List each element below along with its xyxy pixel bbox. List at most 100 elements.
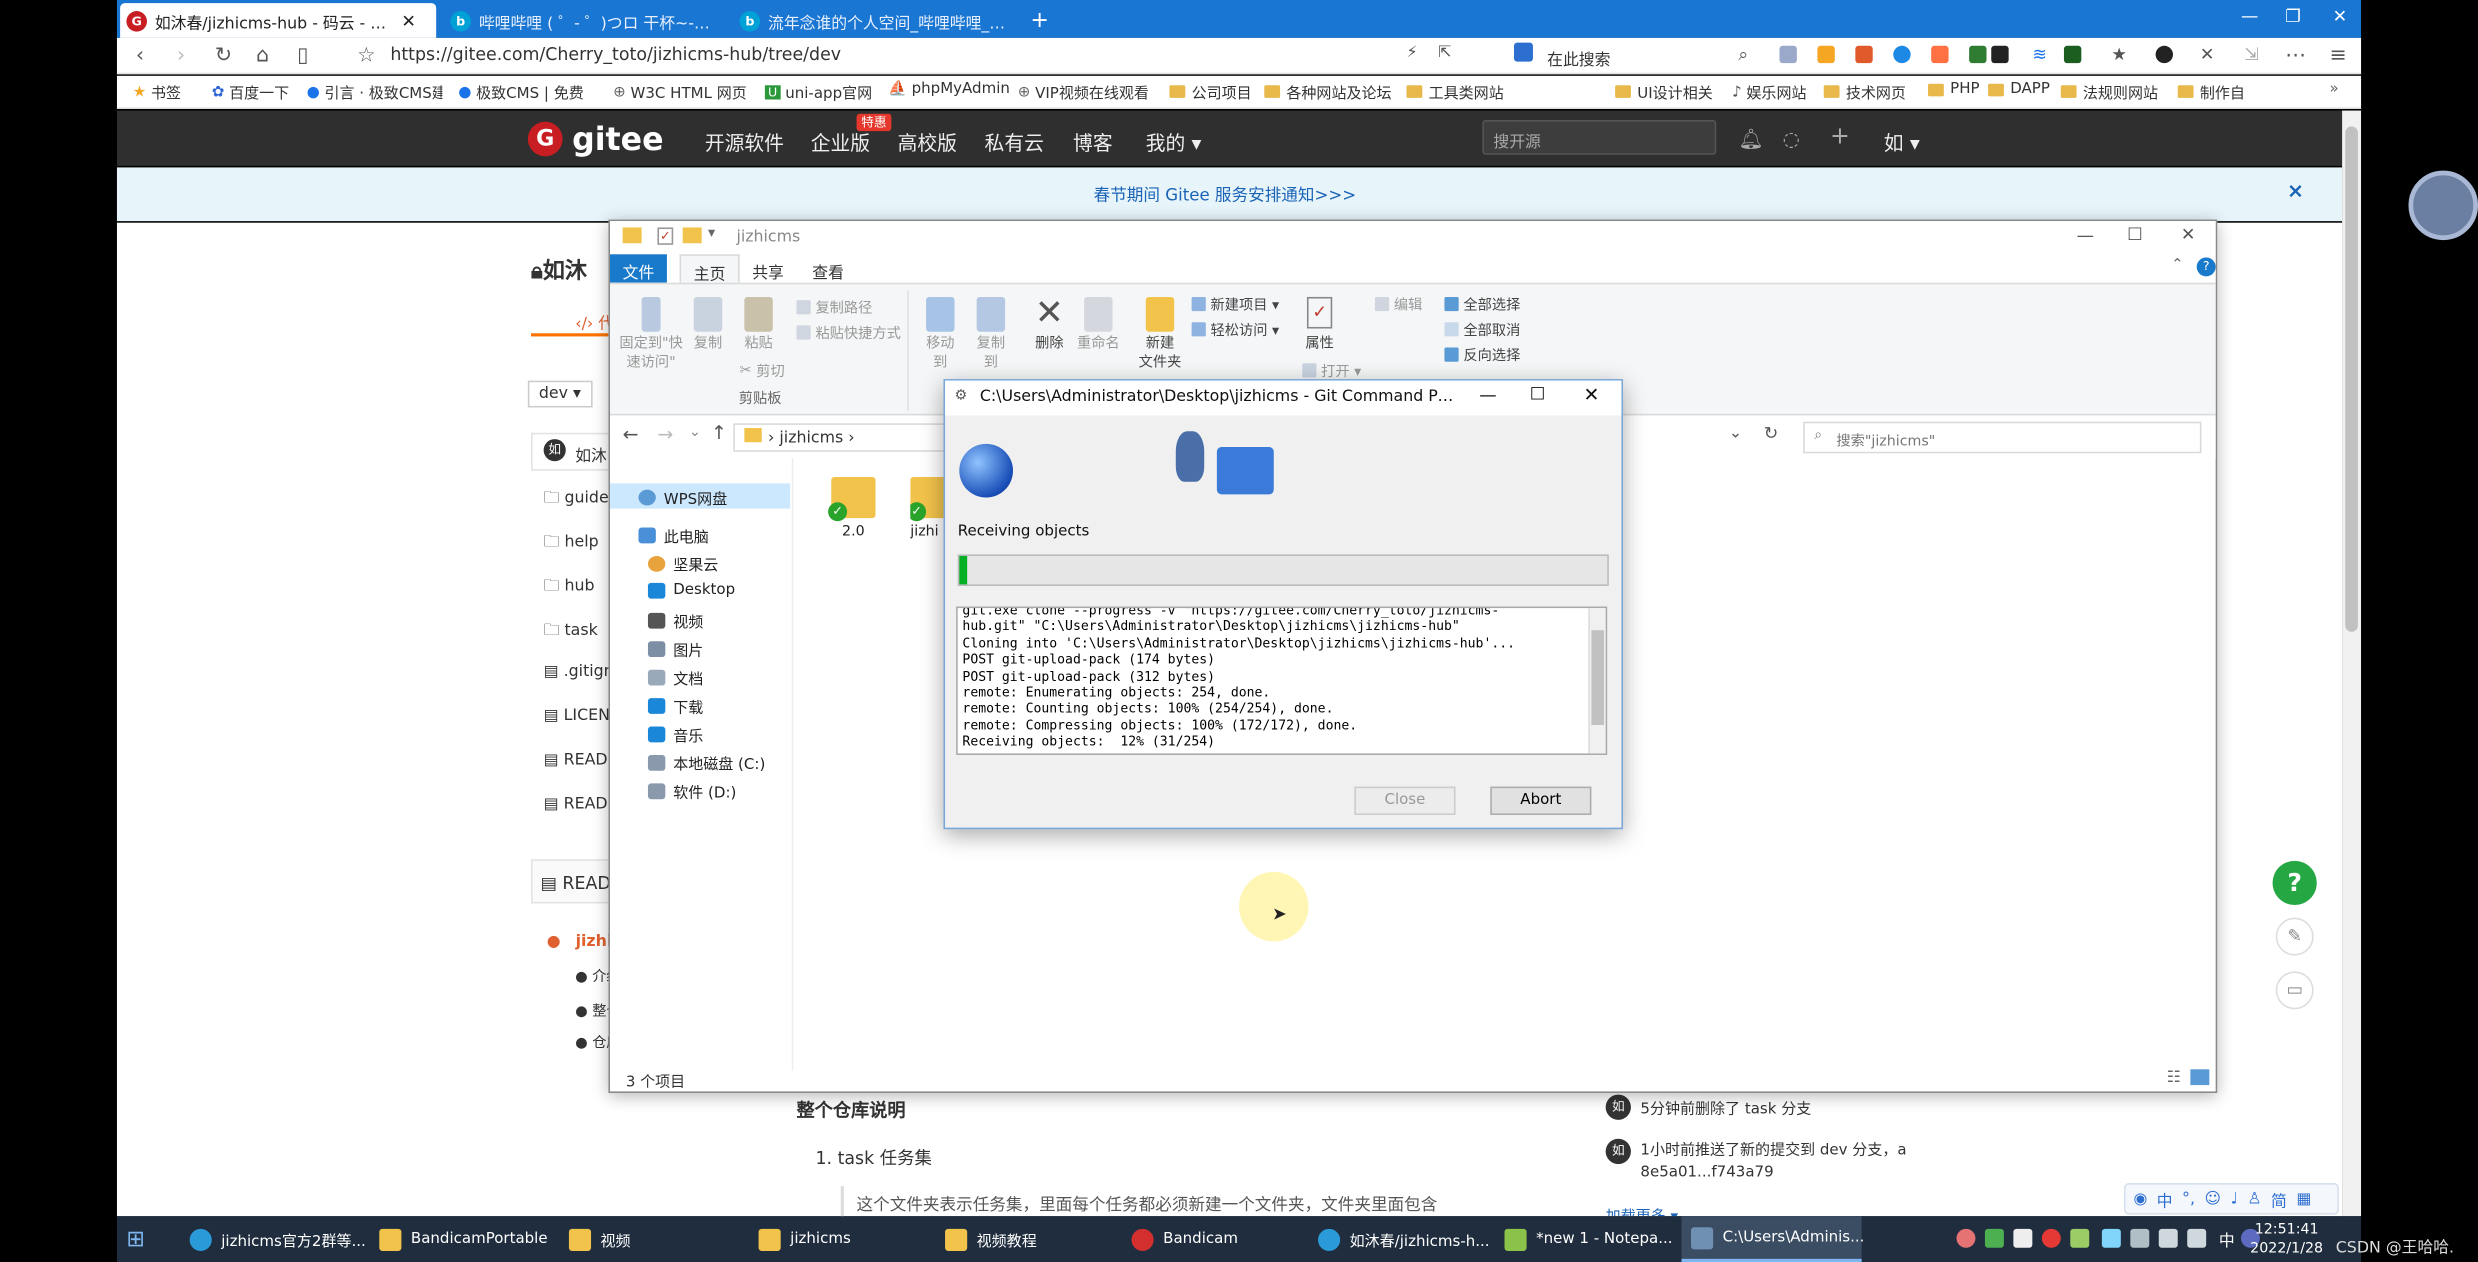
reload-icon[interactable]: ↻: [215, 44, 232, 68]
file-readme[interactable]: ▤ READ: [544, 752, 608, 769]
maximize-icon[interactable]: ☐: [2127, 224, 2143, 245]
tree-item-downloads[interactable]: 下载: [647, 695, 703, 717]
tools-icon[interactable]: ⇲: [2244, 44, 2259, 65]
invert-selection-button[interactable]: 反向选择: [1444, 344, 1520, 365]
bookmark-folder[interactable]: ♪ 娱乐网站: [1732, 81, 1806, 103]
taskbar-item[interactable]: *new 1 - Notepa...: [1495, 1216, 1682, 1262]
extension-icon[interactable]: [2063, 45, 2082, 64]
bookmark-item[interactable]: ● 引言 · 极致CMS建: [307, 81, 443, 103]
pin-quick-access-button[interactable]: 固定到"快 速访问": [616, 296, 686, 373]
input-language[interactable]: 中: [2209, 1216, 2244, 1262]
file-guide[interactable]: 🗀︎ guide: [544, 486, 609, 513]
folder-item-jizhicms[interactable]: ✓ jizhi: [910, 477, 946, 546]
large-icons-view-icon[interactable]: [2190, 1069, 2210, 1086]
tree-item-music[interactable]: 音乐: [647, 723, 703, 746]
bookmark-item[interactable]: ⊕ W3C HTML 网页: [613, 81, 752, 103]
collapse-ribbon-icon[interactable]: ⌃: [2171, 257, 2183, 273]
tab-file[interactable]: 文件: [610, 254, 667, 283]
taskbar-item[interactable]: Bandicam: [1122, 1216, 1247, 1262]
tree-item-wps[interactable]: WPS网盘: [638, 486, 727, 509]
file-help[interactable]: 🗀︎ help: [544, 531, 599, 558]
plus-icon[interactable]: +: [1830, 122, 1850, 150]
bookmark-folder[interactable]: PHP: [1928, 81, 1980, 98]
search-icon[interactable]: ⌕: [1738, 44, 1748, 66]
tab-gitee[interactable]: G 如沐春/jizhicms-hub - 码云 - 开源中国 ✕: [120, 3, 437, 38]
select-all-button[interactable]: 全部选择: [1444, 294, 1520, 314]
breadcrumb-item[interactable]: jizhicms: [779, 430, 843, 447]
search-field[interactable]: 在此搜索: [1547, 46, 1610, 69]
close-tab-icon[interactable]: ✕: [401, 10, 416, 31]
copy-path-button[interactable]: 复制路径: [796, 297, 872, 317]
customize-quick-access-icon[interactable]: ▾: [708, 226, 715, 242]
tray-app-icon[interactable]: [1956, 1228, 1976, 1248]
delete-button[interactable]: ✕ 删除: [1030, 296, 1068, 354]
start-button[interactable]: ⊞: [117, 1216, 155, 1262]
tab-view[interactable]: 查看: [800, 254, 857, 282]
tree-item-documents[interactable]: 文档: [647, 667, 703, 689]
bookmark-item[interactable]: ★ 书签: [133, 81, 181, 103]
system-clock[interactable]: 12:51:41 2022/1/28: [2250, 1221, 2323, 1259]
ime-toolbar[interactable]: ◉ 中 °, ☺ ♩ ♙ 简 ▦: [2123, 1183, 2339, 1215]
move-to-button[interactable]: 移动到: [920, 296, 961, 373]
file-readme-en[interactable]: ▤ READ: [544, 796, 608, 813]
branch-select[interactable]: dev ▾: [527, 380, 593, 408]
bookmark-item[interactable]: ✿ 百度一下: [212, 81, 289, 103]
scrollbar-thumb[interactable]: [2345, 126, 2358, 632]
taskbar-item[interactable]: 视频教程: [936, 1216, 1047, 1262]
tab-bilibili[interactable]: b 哔哩哔哩 ( ゜- ゜)つロ 干杯~-bilibili: [444, 3, 728, 38]
more-icon[interactable]: ⋯: [2285, 44, 2306, 68]
floating-assistant-icon[interactable]: [2408, 170, 2478, 241]
bookmark-folder[interactable]: 法规则网站: [2060, 81, 2158, 103]
new-item-button[interactable]: 新建项目 ▾: [1191, 294, 1279, 314]
lightning-icon[interactable]: ⚡: [1407, 44, 1418, 61]
tree-item-drive-c[interactable]: 本地磁盘 (C:): [647, 752, 765, 774]
tab-share[interactable]: 共享: [740, 254, 797, 282]
favorites-icon[interactable]: ★: [2111, 44, 2127, 65]
nav-blog[interactable]: 博客: [1073, 126, 1113, 156]
ime-mode[interactable]: 中: [2157, 1187, 2173, 1210]
tab-bilibili-space[interactable]: b 流年念谁的个人空间_哔哩哔哩_bilibili: [733, 3, 1017, 38]
tray-app-icon[interactable]: [2041, 1228, 2061, 1248]
paste-button[interactable]: 粘贴: [740, 296, 778, 354]
folder-item-2-0[interactable]: ✓ 2.0: [825, 477, 882, 546]
new-folder-button[interactable]: 新建 文件夹: [1138, 296, 1182, 373]
bookmark-item[interactable]: ● 极致CMS | 免费: [458, 81, 594, 103]
gitee-logo[interactable]: Ggitee: [527, 120, 664, 158]
abort-button[interactable]: Abort: [1490, 786, 1592, 816]
close-icon[interactable]: ✕: [1584, 384, 1600, 406]
log-scrollbar[interactable]: [1588, 608, 1606, 754]
minimize-icon[interactable]: —: [2241, 6, 2258, 27]
file-hub[interactable]: 🗀︎ hub: [544, 575, 595, 602]
taskbar-item[interactable]: BandicamPortable: [370, 1216, 557, 1262]
bookmark-folder[interactable]: UI设计相关: [1615, 81, 1713, 103]
comment-icon[interactable]: ▭: [2275, 971, 2314, 1010]
gitee-search-input[interactable]: 搜开源: [1482, 120, 1717, 155]
up-icon[interactable]: ↑: [711, 422, 727, 444]
bell-icon[interactable]: 🔔︎: [1738, 126, 1763, 151]
location-icon[interactable]: ◌: [1783, 126, 1800, 150]
cut-button[interactable]: ✂ 剪切: [740, 360, 785, 380]
more-bookmarks-icon[interactable]: »: [2329, 81, 2338, 98]
taskbar-item[interactable]: jizhicms: [749, 1216, 860, 1262]
help-icon[interactable]: ?: [2196, 257, 2216, 277]
file-gitignore[interactable]: ▤ .gitign: [544, 663, 614, 680]
maximize-icon[interactable]: ☐: [1530, 384, 1546, 405]
forward-icon[interactable]: →: [657, 423, 673, 445]
nav-open-source[interactable]: 开源软件: [705, 126, 784, 156]
reader-icon[interactable]: ▯: [297, 44, 308, 68]
bookmark-folder[interactable]: 技术网页: [1823, 81, 1906, 103]
extension-icon[interactable]: [1991, 45, 2009, 64]
minimize-icon[interactable]: —: [2077, 226, 2094, 247]
copy-to-button[interactable]: 复制到: [970, 296, 1011, 373]
maximize-icon[interactable]: ❐: [2285, 6, 2301, 27]
copy-button[interactable]: 复制: [689, 296, 727, 354]
git-log-output[interactable]: git.exe clone --progress -v "https://git…: [956, 606, 1608, 755]
explorer-search-input[interactable]: ⌕ 搜索"jizhicms": [1803, 421, 2202, 454]
recent-locations-icon[interactable]: ⌄: [689, 425, 701, 441]
minimize-icon[interactable]: —: [1479, 385, 1496, 406]
extension-icon[interactable]: [2155, 45, 2173, 64]
select-none-button[interactable]: 全部取消: [1444, 319, 1520, 340]
ime-simplified[interactable]: 简: [2271, 1187, 2287, 1210]
back-icon[interactable]: ←: [623, 423, 639, 445]
close-icon[interactable]: ✕: [2181, 224, 2196, 245]
